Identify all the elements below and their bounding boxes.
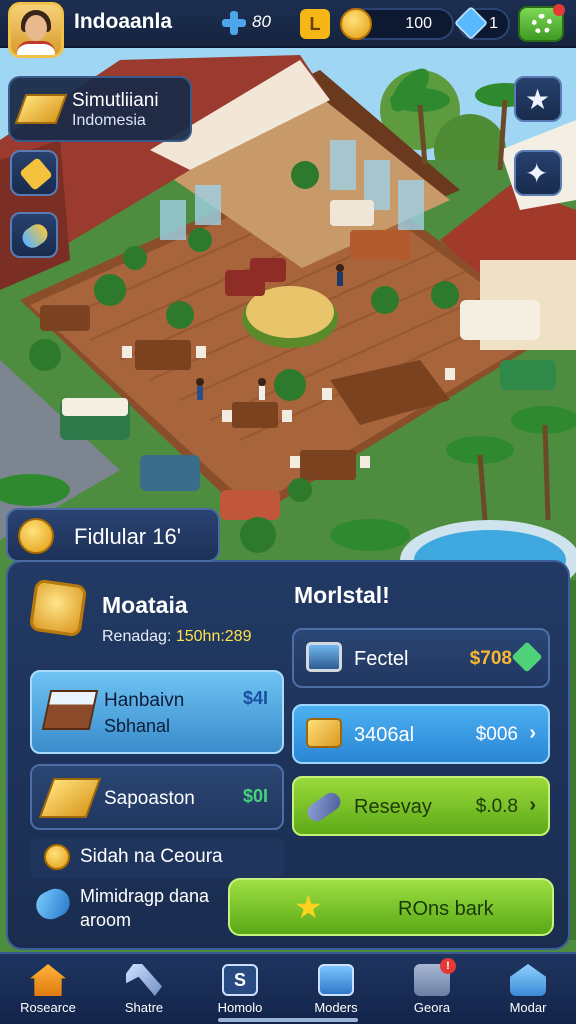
nav-item-tools[interactable]: Shatre (96, 954, 192, 1024)
home-icon (30, 964, 66, 996)
shop-item-price: $708 (469, 648, 512, 669)
shop-title: Morlstal! (294, 582, 390, 608)
location-subtitle: Indomesia (72, 112, 146, 129)
location-card[interactable]: Simutliiani Indomesia (8, 76, 192, 142)
nav-label: Geora (413, 1000, 451, 1015)
shop-item-3406al[interactable]: 3406al $006 › (292, 704, 550, 764)
shop-item-label: 3406al (354, 724, 415, 746)
shop-item-label: Resevay (354, 796, 432, 818)
gem-icon (454, 6, 488, 40)
nav-item-resources[interactable]: Rosearce (0, 954, 96, 1024)
bed-icon (41, 690, 99, 730)
star-icon: ★ (294, 889, 323, 925)
level-icon[interactable]: L (300, 9, 330, 39)
profile-stats-label: Renadag: (102, 628, 172, 645)
chevron-right-icon: › (529, 722, 536, 744)
nav-label: Moders (314, 1000, 358, 1015)
tag-icon (511, 641, 543, 673)
player-avatar[interactable] (8, 2, 64, 58)
key-icon (19, 157, 53, 191)
nav-item-models[interactable]: Moders (288, 954, 384, 1024)
panel-tab[interactable]: Fidlular 16' (6, 508, 220, 562)
wrench-icon (304, 789, 344, 825)
shop-item-label: Fectel (354, 648, 409, 670)
settings-button[interactable] (518, 4, 565, 42)
profile-name: Moataia (102, 592, 188, 618)
confirm-button[interactable]: ★ ROns bark (228, 878, 554, 936)
gem-counter[interactable]: 1 (454, 6, 510, 40)
info-row-label: Sidah na Ceoura (80, 846, 223, 867)
profile-column: Moataia Renadag: 150hn:289 Hanbaivn Sbha… (14, 562, 284, 930)
profile-stats: Renadag: 150hn:289 (102, 628, 251, 646)
option-subtitle: Sbhanal (104, 716, 171, 736)
sparkle-icon: ✦ (525, 158, 549, 189)
app-title: Indoaanla (74, 10, 173, 33)
mail-badge: ! (440, 958, 456, 974)
pin-button[interactable] (10, 212, 58, 258)
coin-icon (44, 844, 70, 870)
info-row-line-2: aroom (80, 910, 132, 930)
key-button[interactable] (10, 150, 58, 196)
shop-item-resevay[interactable]: Resevay $.0.8 › (292, 776, 550, 836)
nav-item-mail[interactable]: ! Geora (384, 954, 480, 1024)
monitor-icon (318, 964, 354, 996)
laptop-icon (306, 718, 342, 748)
crystal-icon (31, 884, 75, 924)
chat-icon (222, 964, 258, 996)
nav-item-chat[interactable]: Homolo (192, 954, 288, 1024)
info-row-coins[interactable]: Sidah na Ceoura (30, 838, 284, 878)
confirm-button-label: ROns bark (398, 898, 494, 920)
navigation-icon (510, 964, 546, 996)
nav-label: Modar (509, 1000, 547, 1015)
star-icon: ★ (525, 84, 551, 115)
nav-item-navigation[interactable]: Modar (480, 954, 576, 1024)
shop-item-price: $.0.8 (475, 796, 518, 817)
bonus-button[interactable]: ✦ (514, 150, 562, 196)
notification-badge (553, 4, 565, 16)
gear-icon (532, 14, 552, 34)
medal-icon (28, 578, 88, 638)
option-card-sapoaston[interactable]: Sapoaston $0I (30, 764, 284, 830)
shop-column: Morlstal! Fectel $708 3406al $006 › Rese… (228, 562, 564, 942)
nav-label: Homolo (217, 1000, 263, 1015)
option-card-hanbaivn[interactable]: Hanbaivn Sbhanal $4I (30, 670, 284, 754)
gold-bar-icon (38, 778, 102, 818)
shop-item-price: $006 (475, 724, 518, 745)
tools-icon (126, 964, 162, 996)
gem-value: 1 (489, 15, 498, 32)
favorites-button[interactable]: ★ (514, 76, 562, 122)
option-price: $4I (242, 688, 268, 708)
top-bar: Indoaanla 80 L 100 1 (0, 0, 576, 58)
bottom-navigation: Rosearce Shatre Homolo Moders ! Geora Mo… (0, 952, 576, 1024)
resource-a-value: 80 (252, 12, 271, 31)
avatar-face (25, 15, 47, 41)
chevron-right-icon: › (529, 794, 536, 816)
location-title: Simutliiani (72, 90, 159, 111)
profile-stats-value: 150hn:289 (175, 628, 252, 645)
info-row-line-1: Mimidragp dana (80, 886, 210, 906)
add-resource-icon[interactable] (220, 9, 248, 37)
coin-icon (340, 8, 372, 40)
panel-tab-label: Fidlular 16' (74, 524, 181, 549)
home-indicator (218, 1018, 358, 1022)
nav-label: Rosearce (20, 1000, 76, 1015)
option-title: Sapoaston (104, 788, 195, 809)
coin-value: 100 (405, 15, 432, 32)
pin-icon (18, 220, 52, 252)
avatar-shirt (17, 41, 55, 55)
option-price: $0I (242, 786, 268, 806)
coin-counter[interactable]: 100 (340, 8, 454, 40)
gold-bar-icon (14, 94, 68, 124)
option-title: Hanbaivn (104, 690, 185, 711)
coin-icon (18, 518, 54, 554)
monitor-icon (306, 642, 342, 672)
shop-panel: Moataia Renadag: 150hn:289 Hanbaivn Sbha… (6, 560, 570, 950)
shop-item-fectel[interactable]: Fectel $708 (292, 628, 550, 688)
nav-label: Shatre (124, 1000, 164, 1015)
